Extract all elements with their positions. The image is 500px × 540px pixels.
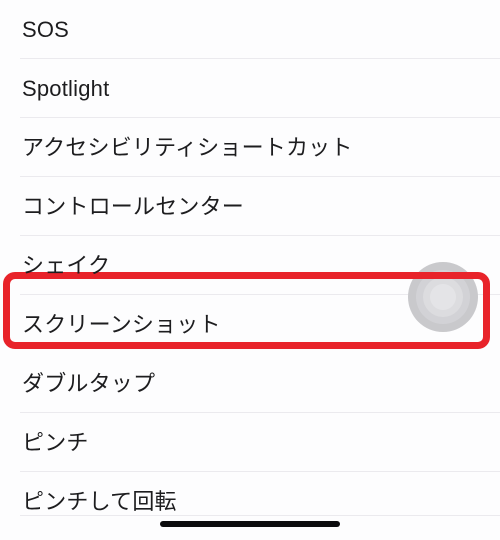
list-item-label: コントロールセンター [22, 193, 245, 219]
list-item-spotlight[interactable]: Spotlight [0, 59, 500, 118]
list-item-accessibility-shortcut[interactable]: アクセシビリティショートカット [0, 118, 500, 177]
list-item-label: Spotlight [22, 75, 110, 101]
assistive-touch-ring-4 [430, 284, 456, 310]
assistive-touch-ring-3 [423, 277, 463, 317]
list-item-label: アクセシビリティショートカット [22, 134, 353, 160]
list-item-label: スクリーンショット [22, 311, 221, 337]
home-area-separator [20, 515, 500, 516]
list-item-label: SOS [22, 16, 70, 42]
list-item-double-tap[interactable]: ダブルタップ [0, 354, 500, 413]
list-item-control-center[interactable]: コントロールセンター [0, 177, 500, 236]
list-item-label: ピンチ [22, 429, 89, 455]
list-item-label: シェイク [22, 252, 111, 278]
list-separator [20, 530, 500, 531]
assistive-touch-circle-icon[interactable] [408, 262, 478, 332]
list-item-label: ダブルタップ [22, 370, 156, 396]
list-item-sos[interactable]: SOS [0, 0, 500, 59]
home-indicator[interactable] [160, 521, 340, 527]
phone-screen: SOS Spotlight アクセシビリティショートカット コントロールセンター… [0, 0, 500, 540]
list-item-pinch[interactable]: ピンチ [0, 413, 500, 472]
list-item-label: ピンチして回転 [22, 488, 177, 514]
assistive-touch-ring-2 [416, 270, 470, 324]
